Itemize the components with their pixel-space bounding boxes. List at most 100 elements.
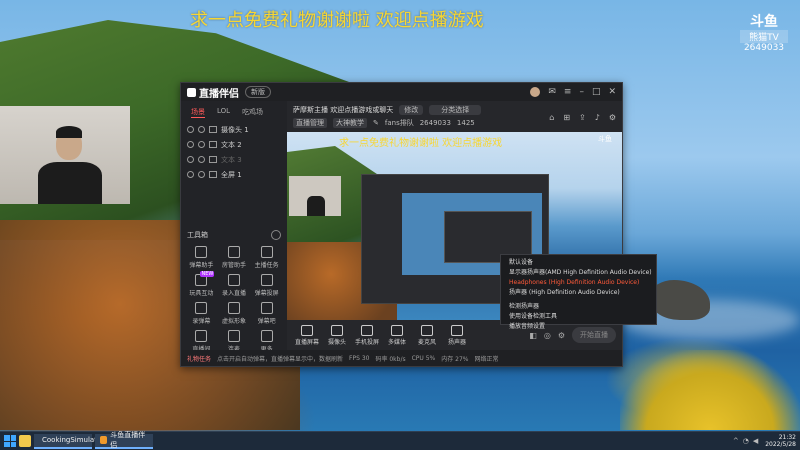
tab-scene[interactable]: 场景	[191, 107, 205, 118]
taskbar-clock[interactable]: 21:32 2022/5/28	[765, 434, 796, 448]
stream-title: 萨摩斯主播 欢迎点播游戏或聊天	[293, 106, 394, 114]
stream-info-header: 萨摩斯主播 欢迎点播游戏或聊天 修改 分类选择 直播管理 大神教学 ✎ fans…	[287, 101, 622, 135]
follower-count: 1425	[456, 119, 475, 127]
header-action-icons: ⌂ ⊞ ⇪ ♪ ⚙	[549, 113, 616, 122]
minimize-icon[interactable]: –	[579, 87, 584, 97]
lock-icon[interactable]	[198, 141, 205, 148]
add-camera-button[interactable]: 摄像头	[323, 324, 351, 346]
tab-chicken[interactable]: 吃鸡场	[242, 107, 263, 118]
add-phone-cast-button[interactable]: 手机投屏	[353, 324, 381, 346]
clock-time: 21:32	[778, 434, 796, 441]
layer-label: 全屏 1	[221, 170, 242, 179]
record-icon	[195, 302, 208, 314]
lock-icon[interactable]	[198, 156, 205, 163]
menu-item[interactable]: 检测扬声器	[501, 302, 656, 312]
tool-record-live[interactable]: 录入直播	[218, 274, 251, 297]
tool-label: 录入直播	[221, 290, 246, 297]
preview-webcam	[289, 176, 341, 216]
clock-date: 2022/5/28	[765, 441, 796, 448]
scene-tabs: 场景 LOL 吃鸡场	[181, 101, 287, 122]
eye-icon[interactable]	[187, 171, 194, 178]
platform-logo: 斗鱼 熊猫TV 2649033	[740, 14, 788, 53]
status-warning[interactable]: 礼物任务	[187, 354, 211, 363]
tool-room-admin[interactable]: 房管助手	[218, 246, 251, 269]
layer-item[interactable]: 全屏 1	[181, 167, 287, 182]
taskbar: CookingSimulator 斗鱼直播伴侣 ^ ◔ ◀ 21:32 2022…	[0, 431, 800, 450]
lock-icon[interactable]	[198, 126, 205, 133]
close-icon[interactable]: ✕	[608, 87, 616, 97]
message-icon[interactable]: ✉	[548, 87, 556, 97]
heart-icon: NEW	[195, 271, 215, 286]
shop-icon[interactable]: ⊞	[563, 113, 570, 122]
eye-icon[interactable]	[187, 141, 194, 148]
menu-item[interactable]: 使用设备检测工具	[501, 312, 656, 322]
app-titlebar[interactable]: 直播伴侣 新版 ✉ ≡ – □ ✕	[181, 83, 622, 101]
tool-label: 房管助手	[221, 262, 246, 269]
layer-label: 摄像头 1	[221, 125, 249, 134]
tool-label: 主播任务	[254, 262, 279, 269]
status-net: 网络正常	[474, 355, 499, 363]
edit-title-button[interactable]: 修改	[399, 105, 424, 115]
stream-app-icon	[100, 436, 108, 444]
tool-label: 直播屏幕	[294, 338, 319, 346]
tool-avatar[interactable]: 虚拟形象	[218, 302, 251, 325]
tag-manage[interactable]: 直播管理	[293, 118, 327, 128]
text-icon	[209, 156, 217, 163]
network-icon[interactable]: ◔	[743, 437, 749, 445]
share-icon[interactable]: ⇪	[579, 113, 586, 122]
tool-danmu-assistant[interactable]: 弹幕助手	[185, 246, 218, 269]
menu-item-selected[interactable]: Headphones (High Definition Audio Device…	[501, 278, 656, 288]
tool-streamer-task[interactable]: 主播任务	[250, 246, 283, 269]
menu-item[interactable]: 显示器扬声器(AMD High Definition Audio Device)	[501, 268, 656, 278]
taskbar-task[interactable]: CookingSimulator	[34, 433, 104, 449]
user-icon	[227, 246, 240, 258]
tool-toy-interact[interactable]: NEW 玩具互动	[185, 271, 218, 297]
windows-start-icon[interactable]	[4, 435, 16, 447]
speaker-device-menu: 默认设备 显示器扬声器(AMD High Definition Audio De…	[500, 254, 657, 330]
gift-icon[interactable]: ⌂	[549, 113, 554, 122]
speaker-icon	[451, 324, 463, 336]
tool-label: 弹幕助手	[189, 262, 214, 269]
chevron-up-icon[interactable]: ^	[733, 437, 739, 445]
toolbox-grid: 弹幕助手 房管助手 主播任务 NEW 玩具互动 录入直播 弹幕投屏 录弹幕 虚拟形…	[181, 244, 287, 355]
bell-icon[interactable]: ♪	[595, 113, 600, 122]
tab-lol[interactable]: LOL	[217, 107, 230, 118]
tag-teach[interactable]: 大神教学	[333, 118, 367, 128]
user-avatar[interactable]	[530, 87, 541, 97]
toolbox-title: 工具箱	[187, 231, 208, 239]
file-explorer-icon[interactable]	[19, 435, 31, 447]
microphone-icon	[421, 324, 433, 336]
layer-item[interactable]: 文本 2	[181, 137, 287, 152]
taskbar-task[interactable]: 斗鱼直播伴侣	[95, 431, 153, 449]
volume-icon[interactable]: ◀	[753, 437, 758, 445]
screen-icon	[260, 302, 273, 314]
settings-icon[interactable]: ⚙	[609, 113, 616, 122]
screen-icon	[301, 324, 313, 336]
menu-item[interactable]: 播放音频设置	[501, 322, 656, 332]
category-select[interactable]: 分类选择	[429, 105, 482, 115]
menu-item[interactable]: 扬声器 (High Definition Audio Device)	[501, 288, 656, 298]
tool-record-danmu[interactable]: 录弹幕	[185, 302, 218, 325]
eye-icon[interactable]	[187, 126, 194, 133]
status-message: 点击开启自动弹幕，直播弹幕显示中，数据刷新	[217, 355, 344, 363]
speaker-button[interactable]: 扬声器	[443, 324, 471, 346]
lock-icon[interactable]	[198, 171, 205, 178]
gear-icon[interactable]	[271, 230, 281, 240]
layer-item[interactable]: 文本 3	[181, 152, 287, 167]
maximize-icon[interactable]: □	[592, 87, 601, 97]
add-media-button[interactable]: 多媒体	[383, 324, 411, 346]
app-logo: 直播伴侣	[187, 85, 239, 100]
tool-danmu-cast[interactable]: 弹幕投屏	[250, 274, 283, 297]
version-pill[interactable]: 新版	[245, 86, 271, 98]
add-screen-button[interactable]: 直播屏幕	[293, 324, 321, 346]
tool-label: 麦克风	[417, 338, 436, 346]
chat-icon	[195, 246, 208, 258]
pencil-icon[interactable]: ✎	[373, 119, 379, 127]
menu-icon[interactable]: ≡	[564, 87, 572, 97]
menu-item[interactable]: 默认设备	[501, 258, 656, 268]
layer-item[interactable]: 摄像头 1	[181, 122, 287, 137]
eye-icon[interactable]	[187, 156, 194, 163]
microphone-button[interactable]: 麦克风	[413, 324, 441, 346]
tool-danmu-bar[interactable]: 弹幕吧	[250, 302, 283, 325]
webcam-person-hair	[56, 126, 82, 138]
